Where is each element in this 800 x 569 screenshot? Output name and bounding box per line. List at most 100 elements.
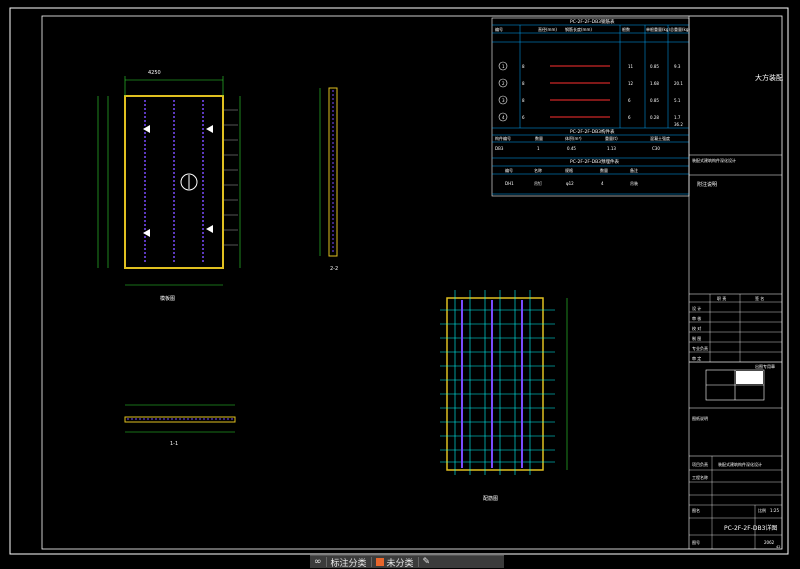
- rebar-plan: 配筋图: [440, 290, 568, 502]
- svg-text:8: 8: [522, 64, 525, 69]
- rebar-total: 36.2: [674, 122, 683, 127]
- svg-text:数量: 数量: [535, 135, 543, 141]
- svg-text:0.45: 0.45: [567, 146, 576, 151]
- table-row: 3 8 6 0.85 5.1: [498, 95, 681, 105]
- rebar-plan-title: 配筋图: [483, 495, 498, 502]
- project-name: 装配式建筑构件深化设计: [692, 157, 736, 163]
- row-label: 工程名称: [692, 474, 708, 480]
- row-label: 项目负责: [692, 461, 708, 467]
- svg-text:DH1: DH1: [505, 181, 514, 186]
- svg-text:吊装: 吊装: [630, 180, 638, 186]
- row-label: 制 图: [692, 335, 701, 341]
- sheet-border: [9, 7, 789, 555]
- embed-table-header: 编号 名称 规格 数量 备注: [505, 167, 638, 173]
- link-icon[interactable]: ∞: [310, 556, 326, 568]
- plan-view-title: 模板图: [160, 295, 175, 302]
- svg-text:8: 8: [522, 98, 525, 103]
- plan-view: 4250 模板图: [97, 70, 241, 302]
- svg-text:规格: 规格: [565, 167, 573, 173]
- svg-text:构件编号: 构件编号: [495, 135, 511, 141]
- lift-point-marker: [143, 229, 150, 237]
- drawing-name-label: 图名: [692, 507, 700, 513]
- svg-text:混凝土强度: 混凝土强度: [650, 135, 670, 141]
- lift-point-marker: [143, 125, 150, 133]
- svg-text:重量(t): 重量(t): [605, 135, 618, 141]
- svg-text:6: 6: [628, 98, 631, 103]
- svg-text:备注: 备注: [630, 167, 638, 173]
- svg-text:5.1: 5.1: [674, 98, 681, 103]
- svg-text:名称: 名称: [534, 167, 542, 173]
- svg-text:8: 8: [522, 81, 525, 86]
- pencil-icon[interactable]: ✎: [419, 556, 435, 568]
- svg-text:编号: 编号: [495, 26, 503, 32]
- header-label: 签 名: [755, 295, 764, 301]
- svg-text:4: 4: [502, 115, 505, 120]
- svg-text:0.85: 0.85: [650, 64, 659, 69]
- section-2-2: 2-2: [319, 87, 338, 272]
- svg-text:根数: 根数: [622, 26, 630, 32]
- svg-text:20.1: 20.1: [674, 81, 683, 86]
- svg-text:0.85: 0.85: [650, 98, 659, 103]
- row-label: 审 核: [692, 315, 701, 321]
- svg-text:12: 12: [628, 81, 634, 86]
- svg-text:2: 2: [502, 81, 505, 86]
- company-name: 大方装配: [755, 73, 783, 82]
- svg-text:单根重量(kg): 单根重量(kg): [646, 26, 670, 32]
- title-block: 大方装配 装配式建筑构件深化设计 附注说明 职 责 签 名 设 计 审 核 校 …: [688, 16, 783, 549]
- project-value: 装配式建筑构件深化设计: [718, 461, 762, 467]
- svg-text:C30: C30: [652, 146, 660, 151]
- rebar-table-title: PC-2F-2F-DB3钢筋表: [570, 18, 615, 25]
- svg-text:6: 6: [522, 115, 525, 120]
- svg-text:钢筋长度(mm): 钢筋长度(mm): [565, 26, 592, 32]
- annotation-toolbar: ∞ 标注分类 未分类 ✎: [310, 555, 504, 569]
- scale-label: 比例: [758, 507, 766, 513]
- svg-text:1.7: 1.7: [674, 115, 681, 120]
- rebar-table-header: 编号 直径(mm) 钢筋长度(mm) 根数 单根重量(kg) 总重量(kg): [495, 26, 690, 32]
- table-row: DH1 吊钉 φ12 4 吊装: [505, 180, 638, 186]
- concrete-table-header: 构件编号 数量 体积(m³) 重量(t) 混凝土强度: [495, 135, 670, 141]
- svg-text:1: 1: [502, 64, 505, 69]
- header-label: 职 责: [717, 295, 726, 301]
- table-row: 1 8 11 0.85 9.3: [498, 61, 681, 71]
- category-color-icon: [375, 558, 384, 566]
- page-number: 42: [776, 545, 780, 549]
- svg-text:9.3: 9.3: [674, 64, 681, 69]
- annotation-category-menu[interactable]: 标注分类: [327, 556, 371, 569]
- row-label: 设 计: [692, 305, 701, 311]
- svg-text:1: 1: [537, 146, 540, 151]
- scale-value: 1:25: [770, 508, 779, 513]
- section-title: 1-1: [170, 441, 178, 447]
- svg-text:1.13: 1.13: [607, 146, 616, 151]
- current-category[interactable]: 未分类: [372, 556, 418, 569]
- table-row: 2 8 12 1.68 20.1: [498, 78, 683, 88]
- cad-drawing-canvas[interactable]: 4250 模板图 2-2 1-1 配筋图 PC-2F-2F-DB3钢筋表 编号 …: [0, 0, 800, 567]
- row-label: 校 对: [692, 325, 701, 331]
- svg-text:3: 3: [502, 98, 505, 103]
- dim-text: 4250: [148, 70, 161, 76]
- rebar-table: PC-2F-2F-DB3钢筋表 编号 直径(mm) 钢筋长度(mm) 根数 单根…: [491, 17, 690, 197]
- lift-point-marker: [206, 225, 213, 233]
- svg-text:吊钉: 吊钉: [534, 180, 542, 186]
- svg-text:6: 6: [628, 115, 631, 120]
- svg-text:DB3: DB3: [495, 146, 504, 151]
- remark-label: 附注说明: [697, 181, 717, 188]
- section-title: 2-2: [330, 266, 338, 272]
- note-label: 图纸说明: [692, 415, 708, 421]
- sheet-number: 2062: [764, 540, 775, 545]
- row-label: 审 定: [692, 355, 701, 361]
- svg-text:φ12: φ12: [566, 181, 574, 186]
- table-row: 4 6 6 0.28 1.7: [498, 112, 681, 122]
- lift-point-marker: [206, 125, 213, 133]
- row-label: 专业负责: [692, 345, 708, 351]
- sheet-label: 图号: [692, 539, 700, 545]
- stamp-label: 出图专用章: [755, 363, 775, 369]
- svg-text:直径(mm): 直径(mm): [538, 26, 557, 32]
- svg-text:体积(m³): 体积(m³): [565, 135, 582, 141]
- concrete-table-title: PC-2F-2F-DB3构件表: [570, 128, 615, 135]
- embed-table-title: PC-2F-2F-DB3预埋件表: [570, 158, 620, 165]
- svg-text:总重量(kg): 总重量(kg): [670, 26, 690, 32]
- svg-text:0.28: 0.28: [650, 115, 659, 120]
- svg-text:1.68: 1.68: [650, 81, 659, 86]
- svg-text:编号: 编号: [505, 167, 513, 173]
- svg-text:4: 4: [601, 181, 604, 186]
